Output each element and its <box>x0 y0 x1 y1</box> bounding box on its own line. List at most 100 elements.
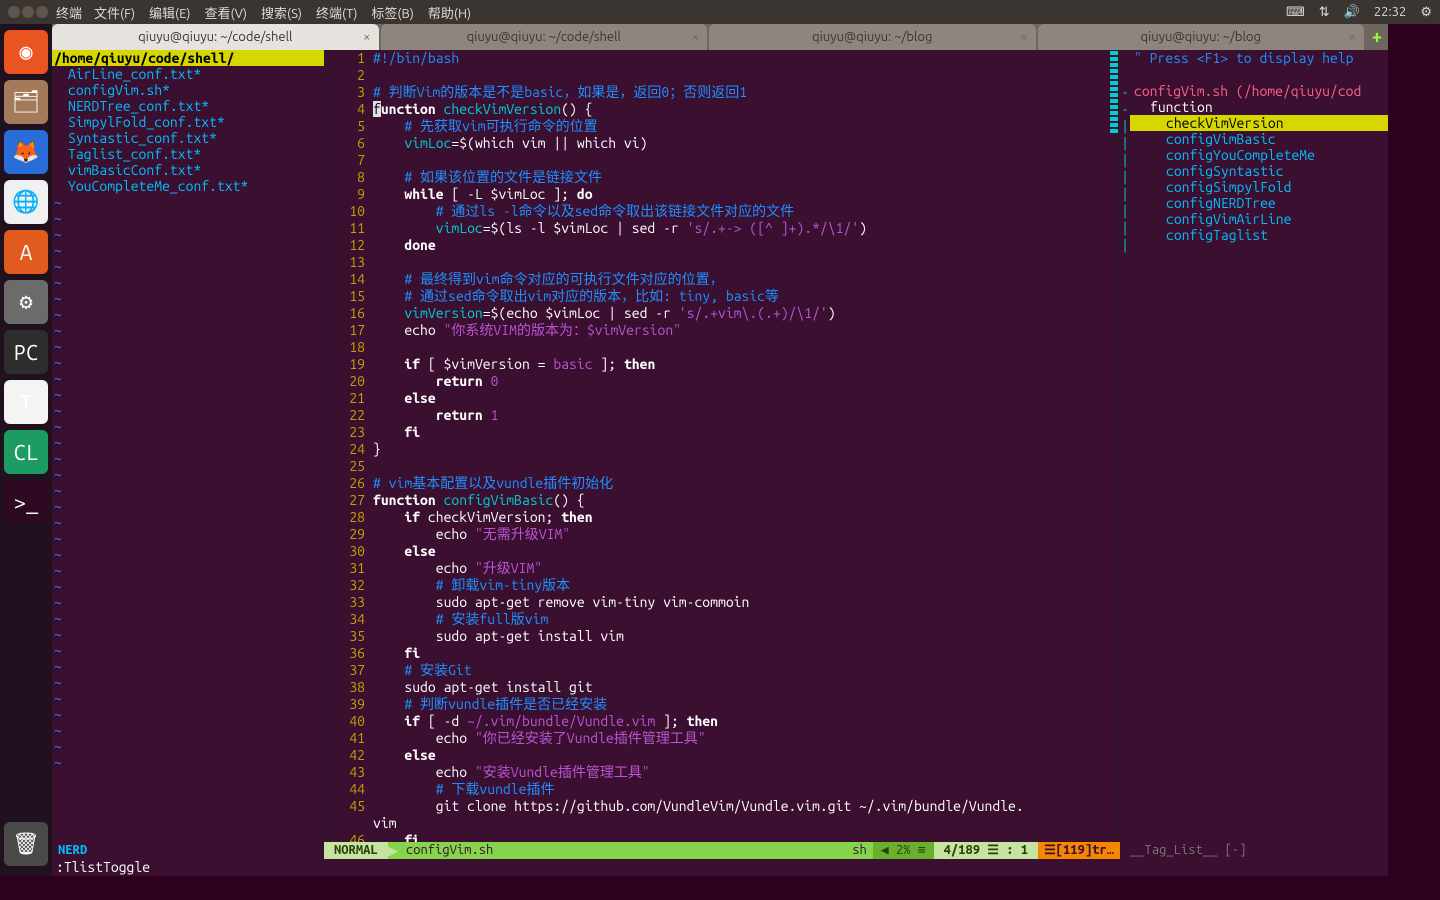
terminal-tab[interactable]: qiuyu@qiuyu: ~/code/shell× <box>381 24 708 50</box>
taglist-tag[interactable]: configSyntastic <box>1130 163 1388 179</box>
code-line[interactable]: echo "无需升级VIM" <box>373 526 1109 543</box>
code-line[interactable]: # 通过sed命令取出vim对应的版本，比如: tiny, basic等 <box>373 288 1109 305</box>
close-icon[interactable]: × <box>692 30 699 44</box>
code-line[interactable]: fi <box>373 645 1109 662</box>
code-line[interactable]: echo "你已经安装了Vundle插件管理工具" <box>373 730 1109 747</box>
code-line[interactable]: else <box>373 747 1109 764</box>
code-line[interactable]: # 最终得到vim命令对应的可执行文件对应的位置， <box>373 271 1109 288</box>
taglist-pane[interactable]: --|||||||| " Press <F1> to display help … <box>1120 50 1388 842</box>
code-line[interactable]: # 先获取vim可执行命令的位置 <box>373 118 1109 135</box>
code-line[interactable] <box>373 152 1109 169</box>
taglist-tag[interactable]: checkVimVersion <box>1130 115 1388 131</box>
nerdtree-file[interactable]: NERDTree_conf.txt* <box>52 98 324 114</box>
code-line[interactable] <box>373 254 1109 271</box>
launcher-app[interactable]: 🦊 <box>4 130 48 174</box>
fold-mark[interactable]: - <box>1120 101 1130 118</box>
launcher-app[interactable]: T <box>4 380 48 424</box>
close-icon[interactable] <box>8 6 20 18</box>
fold-mark[interactable]: | <box>1120 169 1130 186</box>
nerdtree-file[interactable]: YouCompleteMe_conf.txt* <box>52 178 324 194</box>
fold-mark[interactable] <box>1120 67 1130 84</box>
code-line[interactable]: sudo apt-get install git <box>373 679 1109 696</box>
code-line[interactable]: # 如果该位置的文件是链接文件 <box>373 169 1109 186</box>
launcher-app[interactable]: A <box>4 230 48 274</box>
code-line[interactable]: vim <box>373 815 1109 832</box>
code-line[interactable]: echo "你系统VIM的版本为：$vimVersion" <box>373 322 1109 339</box>
close-icon[interactable]: × <box>1020 30 1027 44</box>
min-icon[interactable] <box>22 6 34 18</box>
fold-mark[interactable]: | <box>1120 220 1130 237</box>
code-line[interactable]: # 安装Git <box>373 662 1109 679</box>
launcher-app[interactable]: 🗂 <box>4 80 48 124</box>
code-line[interactable]: # vim基本配置以及vundle插件初始化 <box>373 475 1109 492</box>
menu-item[interactable]: 查看(V) <box>205 3 247 22</box>
code-line[interactable]: done <box>373 237 1109 254</box>
taglist-filehead[interactable]: configVim.sh (/home/qiuyu/cod <box>1130 83 1388 99</box>
network-icon[interactable]: ⇅ <box>1319 5 1330 20</box>
menu-item[interactable]: 终端(T) <box>316 3 357 22</box>
code-line[interactable]: return 0 <box>373 373 1109 390</box>
nerdtree-pane[interactable]: /home/qiuyu/code/shell/ AirLine_conf.txt… <box>52 50 324 842</box>
code-line[interactable]: return 1 <box>373 407 1109 424</box>
fold-mark[interactable]: - <box>1120 84 1130 101</box>
code-line[interactable]: if [ $vimVersion = basic ]; then <box>373 356 1109 373</box>
max-icon[interactable] <box>36 6 48 18</box>
code-line[interactable]: # 判断Vim的版本是不是basic，如果是，返回0；否则返回1 <box>373 84 1109 101</box>
terminal-tab[interactable]: qiuyu@qiuyu: ~/code/shell× <box>52 24 379 50</box>
code-line[interactable]: vimLoc=$(ls -l $vimLoc | sed -r 's/.+-> … <box>373 220 1109 237</box>
code-line[interactable]: vimVersion=$(echo $vimLoc | sed -r 's/.+… <box>373 305 1109 322</box>
terminal-tab[interactable]: qiuyu@qiuyu: ~/blog× <box>709 24 1036 50</box>
new-tab-button[interactable]: + <box>1366 24 1388 50</box>
code-line[interactable]: echo "安装Vundle插件管理工具" <box>373 764 1109 781</box>
fold-mark[interactable]: | <box>1120 186 1130 203</box>
code-line[interactable]: fi <box>373 424 1109 441</box>
code-line[interactable] <box>373 458 1109 475</box>
nerdtree-file[interactable]: configVim.sh* <box>52 82 324 98</box>
nerdtree-file[interactable]: AirLine_conf.txt* <box>52 66 324 82</box>
code-line[interactable]: sudo apt-get remove vim-tiny vim-commoin <box>373 594 1109 611</box>
launcher-app[interactable]: >_ <box>4 480 48 524</box>
code-line[interactable]: } <box>373 441 1109 458</box>
fold-mark[interactable]: | <box>1120 152 1130 169</box>
launcher-app[interactable]: PC <box>4 330 48 374</box>
trash-icon[interactable]: 🗑 <box>4 822 48 866</box>
code-line[interactable] <box>373 67 1109 84</box>
terminal-tab[interactable]: qiuyu@qiuyu: ~/blog× <box>1038 24 1365 50</box>
code-line[interactable]: #!/bin/bash <box>373 50 1109 67</box>
fold-mark[interactable]: | <box>1120 203 1130 220</box>
close-icon[interactable]: × <box>1349 30 1356 44</box>
code-line[interactable]: fi <box>373 832 1109 842</box>
code-line[interactable]: vimLoc=$(which vim || which vi) <box>373 135 1109 152</box>
code-line[interactable]: function configVimBasic() { <box>373 492 1109 509</box>
menu-item[interactable]: 帮助(H) <box>428 3 471 22</box>
code-line[interactable]: sudo apt-get install vim <box>373 628 1109 645</box>
launcher-app[interactable]: 🌐 <box>4 180 48 224</box>
taglist-tag[interactable]: configYouCompleteMe <box>1130 147 1388 163</box>
gear-icon[interactable]: ⚙ <box>1420 5 1432 20</box>
sound-icon[interactable]: 🔊 <box>1344 5 1360 20</box>
code-line[interactable]: # 卸载vim-tiny版本 <box>373 577 1109 594</box>
code-line[interactable]: # 判断vundle插件是否已经安装 <box>373 696 1109 713</box>
taglist-tag[interactable]: configTaglist <box>1130 227 1388 243</box>
launcher-app[interactable]: ⚙ <box>4 280 48 324</box>
code-line[interactable]: # 通过ls -l命令以及sed命令取出该链接文件对应的文件 <box>373 203 1109 220</box>
launcher-app[interactable]: ◉ <box>4 30 48 74</box>
nerdtree-file[interactable]: Taglist_conf.txt* <box>52 146 324 162</box>
vim-commandline[interactable]: :TlistToggle <box>52 859 1388 876</box>
fold-mark[interactable] <box>1120 50 1130 67</box>
code-line[interactable]: while [ -L $vimLoc ]; do <box>373 186 1109 203</box>
code-body[interactable]: #!/bin/bash # 判断Vim的版本是不是basic，如果是，返回0；否则… <box>373 50 1109 842</box>
code-line[interactable]: else <box>373 390 1109 407</box>
code-line[interactable]: echo "升级VIM" <box>373 560 1109 577</box>
launcher-app[interactable]: CL <box>4 430 48 474</box>
taglist-tag[interactable]: configSimpylFold <box>1130 179 1388 195</box>
nerdtree-path[interactable]: /home/qiuyu/code/shell/ <box>52 50 324 66</box>
code-line[interactable]: # 安装full版vim <box>373 611 1109 628</box>
menu-item[interactable]: 文件(F) <box>94 3 135 22</box>
editor-pane[interactable]: 1234567891011121314151617181920212223242… <box>324 50 1120 842</box>
code-line[interactable]: # 下载vundle插件 <box>373 781 1109 798</box>
menu-items[interactable]: 文件(F)编辑(E)查看(V)搜索(S)终端(T)标签(B)帮助(H) <box>94 3 471 22</box>
code-line[interactable]: else <box>373 543 1109 560</box>
menu-item[interactable]: 编辑(E) <box>149 3 190 22</box>
close-icon[interactable]: × <box>363 30 370 44</box>
